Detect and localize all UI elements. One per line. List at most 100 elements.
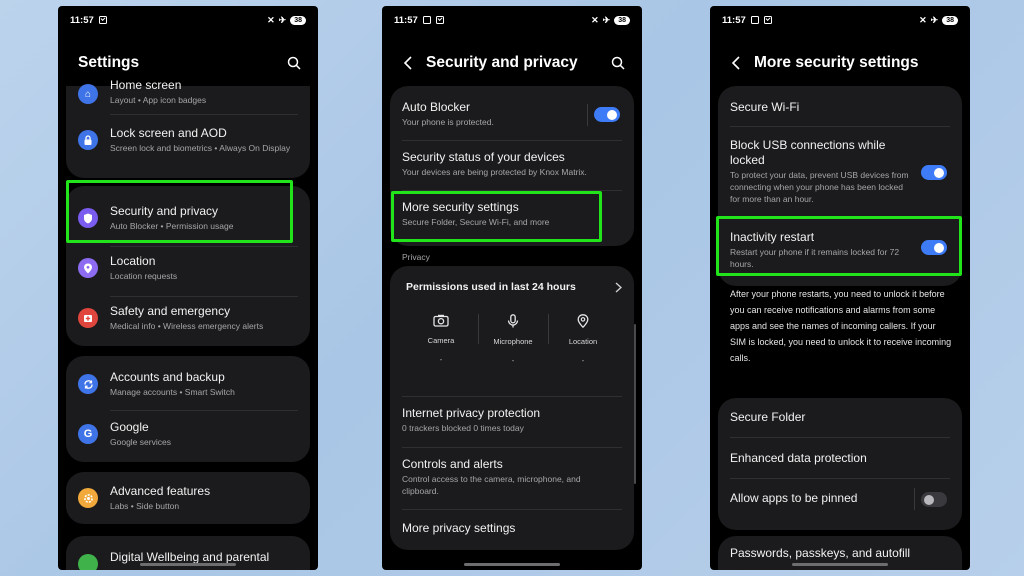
divider [730,126,950,127]
list-item-accounts-backup[interactable]: Accounts and backup Manage accounts • Sm… [66,368,310,400]
list-item-advanced-features[interactable]: Advanced features Labs • Side button [66,482,310,514]
list-item-title: Lock screen and AOD [110,126,227,140]
navigation-handle[interactable] [792,563,888,566]
permissions-title: Permissions used in last 24 hours [406,281,576,293]
vertical-separator [914,488,915,510]
list-item-title: Internet privacy protection [402,406,541,420]
wellbeing-icon [78,554,98,570]
allow-apps-pinned-item[interactable]: Allow apps to be pinned [718,488,962,510]
secure-wifi-item[interactable]: Secure Wi-Fi [718,100,962,116]
list-item-title: More privacy settings [402,521,516,535]
emergency-icon [78,308,98,328]
auto-blocker-item[interactable]: Auto Blocker Your phone is protected. [390,100,634,130]
block-usb-toggle[interactable] [921,165,947,180]
passwords-autofill-item[interactable]: Passwords, passkeys, and autofill [718,546,962,562]
list-item-title: Advanced features [110,484,211,498]
divider [110,114,298,115]
settings-group-advanced: Advanced features Labs • Side button [66,472,310,524]
list-item-subtitle: To protect your data, prevent USB device… [730,170,909,204]
header: Security and privacy [382,46,642,80]
permission-label: Location [568,337,598,346]
header: More security settings [710,46,970,80]
list-item-safety-emergency[interactable]: Safety and emergency Medical info • Wire… [66,302,310,334]
list-item-subtitle: Layout • App icon badges [110,95,207,105]
lock-icon [78,130,98,150]
permission-microphone[interactable]: Microphone - [482,314,544,365]
list-item-title: Google [110,420,149,434]
auto-blocker-toggle[interactable] [594,107,620,122]
privacy-card: Permissions used in last 24 hours Camera… [390,266,634,550]
list-item-title: Safety and emergency [110,304,231,318]
list-item-subtitle: Manage accounts • Smart Switch [110,387,235,397]
status-time: 11:57 [722,14,746,26]
back-arrow-icon[interactable] [722,56,750,70]
divider [402,396,622,397]
divider [402,509,622,510]
inactivity-restart-description: After your phone restarts, you need to u… [730,289,952,363]
microphone-icon [507,314,519,332]
navigation-handle[interactable] [464,563,560,566]
divider [730,437,950,438]
page-title: Security and privacy [426,54,578,71]
permission-value: - [439,355,443,364]
list-item-title: Controls and alerts [402,457,503,471]
screenshot-icon [422,16,431,24]
highlight-more-security-settings [391,191,602,242]
enhanced-data-protection-item[interactable]: Enhanced data protection [718,451,962,467]
permission-location[interactable]: Location - [552,314,614,365]
settings-group-display: ⌂ Home screen Layout • App icon badges L… [66,78,310,178]
list-item-google[interactable]: G Google Google services [66,418,310,450]
list-item-title: Secure Wi-Fi [730,100,800,114]
list-item-subtitle: Screen lock and biometrics • Always On D… [110,143,291,153]
list-item-lock-screen[interactable]: Lock screen and AOD Screen lock and biom… [66,126,310,172]
internet-privacy-item[interactable]: Internet privacy protection 0 trackers b… [390,406,634,436]
divider [402,140,622,141]
list-item-title: Security status of your devices [402,150,565,164]
list-item-home-screen[interactable]: ⌂ Home screen Layout • App icon badges [66,78,310,108]
airplane-icon: ✈ [278,14,287,25]
header: Settings [58,46,318,80]
list-item-subtitle: Location requests [110,271,178,281]
block-usb-item[interactable]: Block USB connections while locked To pr… [718,138,962,208]
list-item-title: Home screen [110,78,182,92]
back-arrow-icon[interactable] [394,56,422,70]
notification-check-icon [763,16,772,24]
google-icon: G [78,424,98,444]
list-item-title: Passwords, passkeys, and autofill [730,546,911,560]
divider [730,478,950,479]
mute-icon: ✕ [591,14,599,25]
list-item-subtitle: Labs • Side button [110,501,180,511]
vertical-separator [587,104,588,126]
list-item-subtitle: 0 trackers blocked 0 times today [402,423,524,433]
divider [110,296,298,297]
navigation-handle[interactable] [140,563,236,566]
permission-camera[interactable]: Camera - [410,314,472,364]
list-item-location[interactable]: Location Location requests [66,252,310,284]
scrollbar[interactable] [634,324,636,484]
divider [402,447,622,448]
allow-apps-pinned-toggle[interactable] [921,492,947,507]
permissions-used-item[interactable]: Permissions used in last 24 hours [390,278,634,300]
airplane-icon: ✈ [602,14,611,25]
divider [110,246,298,247]
highlight-security-privacy [66,180,293,243]
search-icon[interactable] [608,53,628,73]
more-privacy-settings-item[interactable]: More privacy settings [390,521,634,541]
screenshot-icon [750,16,759,24]
home-icon: ⌂ [78,84,98,104]
list-item-subtitle: Google services [110,437,171,447]
list-item-digital-wellbeing[interactable]: Digital Wellbeing and parental [66,548,310,570]
security-status-item[interactable]: Security status of your devices Your dev… [390,150,634,180]
secure-folder-item[interactable]: Secure Folder [718,410,962,426]
search-icon[interactable] [284,53,304,73]
status-time: 11:57 [394,14,418,26]
battery-icon: 38 [290,15,306,25]
status-bar: 11:57 ✕ ✈ 38 [70,13,306,27]
permission-value: - [581,356,585,365]
controls-alerts-item[interactable]: Controls and alerts Control access to th… [390,457,634,497]
highlight-inactivity-restart [716,216,962,276]
list-item-subtitle: Control access to the camera, microphone… [402,474,581,496]
phone-more-security-settings: 11:57 ✕ ✈ 38 More security settings Secu… [710,6,970,570]
battery-icon: 38 [614,15,630,25]
status-bar: 11:57 ✕ ✈ 38 [722,13,958,27]
